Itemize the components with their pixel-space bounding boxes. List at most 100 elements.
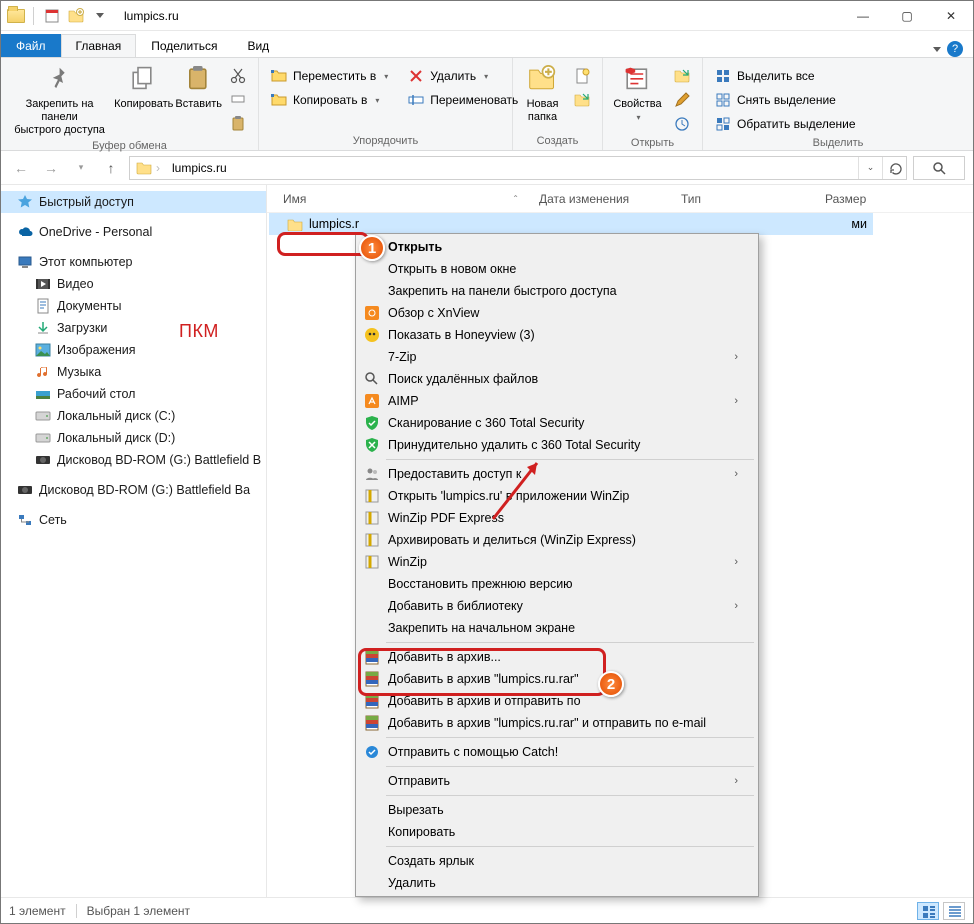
- status-selection: Выбран 1 элемент: [87, 904, 190, 918]
- address-dropdown[interactable]: ⌄: [858, 157, 882, 179]
- group-open-label: Открыть: [603, 135, 702, 152]
- nav-history[interactable]: ▾: [69, 156, 93, 180]
- qat-dropdown[interactable]: [90, 6, 110, 26]
- copypath-button[interactable]: [224, 89, 252, 111]
- ctx-shortcut[interactable]: Создать ярлык: [358, 850, 756, 872]
- ctx-copy[interactable]: Копировать: [358, 821, 756, 843]
- ctx-cut[interactable]: Вырезать: [358, 799, 756, 821]
- nav-pictures[interactable]: Изображения: [1, 339, 266, 361]
- refresh-button[interactable]: [882, 157, 906, 179]
- pin-quickaccess-button[interactable]: Закрепить на панели быстрого доступа: [7, 62, 112, 138]
- ctx-winzip[interactable]: WinZip›: [358, 551, 756, 573]
- annotation-arrow: [483, 449, 551, 527]
- search-input[interactable]: [913, 156, 965, 180]
- ctx-send[interactable]: Отправить›: [358, 770, 756, 792]
- ctx-add-send-named[interactable]: Добавить в архив "lumpics.ru.rar" и отпр…: [358, 712, 756, 734]
- nav-desktop[interactable]: Рабочий стол: [1, 383, 266, 405]
- ctx-add-archive-named[interactable]: Добавить в архив "lumpics.ru.rar": [358, 668, 756, 690]
- paste-label: Вставить: [175, 98, 222, 111]
- ctx-pin-start[interactable]: Закрепить на начальном экране: [358, 617, 756, 639]
- nav-network[interactable]: Сеть: [1, 509, 266, 531]
- copyto-button[interactable]: Копировать в▾: [265, 89, 394, 111]
- file-row-folder[interactable]: lumpics.r ми: [269, 213, 873, 235]
- nav-quickaccess[interactable]: Быстрый доступ: [1, 191, 266, 213]
- selectall-button[interactable]: Выделить все: [709, 65, 862, 87]
- ribbon-tabs: Файл Главная Поделиться Вид ?: [1, 31, 973, 57]
- ctx-scan360[interactable]: Сканирование с 360 Total Security: [358, 412, 756, 434]
- easyaccess-button[interactable]: [568, 89, 596, 111]
- tab-home[interactable]: Главная: [61, 34, 137, 57]
- ctx-open-winzip[interactable]: Открыть 'lumpics.ru' в приложении WinZip: [358, 485, 756, 507]
- view-large-button[interactable]: [943, 902, 965, 920]
- qat-props[interactable]: [42, 6, 62, 26]
- ctx-xnview[interactable]: Обзор с XnView: [358, 302, 756, 324]
- ctx-add-library[interactable]: Добавить в библиотеку›: [358, 595, 756, 617]
- tab-file[interactable]: Файл: [1, 34, 61, 57]
- properties-button[interactable]: Свойства ▾: [609, 62, 666, 123]
- annotation-pkm: ПКМ: [179, 321, 219, 342]
- nav-disk-d[interactable]: Локальный диск (D:): [1, 427, 266, 449]
- paste-shortcut-button[interactable]: [224, 113, 252, 135]
- tab-share[interactable]: Поделиться: [136, 34, 232, 57]
- ctx-force360[interactable]: Принудительно удалить с 360 Total Securi…: [358, 434, 756, 456]
- nav-bd-2[interactable]: Дисковод BD-ROM (G:) Battlefield Ba: [1, 479, 266, 501]
- open-button[interactable]: [668, 65, 696, 87]
- col-size[interactable]: Размер: [825, 192, 866, 206]
- help-button[interactable]: ?: [947, 41, 963, 57]
- selectnone-button[interactable]: Снять выделение: [709, 89, 862, 111]
- pin-label: Закрепить на панели быстрого доступа: [7, 98, 112, 138]
- ctx-add-send[interactable]: Добавить в архив и отправить по: [358, 690, 756, 712]
- ctx-open[interactable]: Открыть: [358, 236, 756, 258]
- nav-music[interactable]: Музыка: [1, 361, 266, 383]
- ctx-restore[interactable]: Восстановить прежнюю версию: [358, 573, 756, 595]
- nav-forward[interactable]: →: [39, 156, 63, 180]
- ctx-catch[interactable]: Отправить с помощью Catch!: [358, 741, 756, 763]
- address-input[interactable]: › lumpics.ru ⌄: [129, 156, 907, 180]
- address-bar: ← → ▾ ↑ › lumpics.ru ⌄: [1, 151, 973, 185]
- ctx-open-new[interactable]: Открыть в новом окне: [358, 258, 756, 280]
- nav-documents[interactable]: Документы: [1, 295, 266, 317]
- ctx-pin-qa[interactable]: Закрепить на панели быстрого доступа: [358, 280, 756, 302]
- nav-downloads[interactable]: Загрузки: [1, 317, 266, 339]
- edit-button[interactable]: [668, 89, 696, 111]
- ctx-delete[interactable]: Удалить: [358, 872, 756, 894]
- ctx-winzip-express[interactable]: Архивировать и делиться (WinZip Express): [358, 529, 756, 551]
- ribbon-collapse[interactable]: [933, 47, 941, 52]
- status-count: 1 элемент: [9, 904, 66, 918]
- tab-view[interactable]: Вид: [232, 34, 284, 57]
- nav-disk-c[interactable]: Локальный диск (C:): [1, 405, 266, 427]
- newitem-button[interactable]: [568, 65, 596, 87]
- file-name: lumpics.r: [309, 217, 359, 231]
- column-headers[interactable]: Имя⌃ Дата изменения Тип Размер: [267, 185, 973, 213]
- col-date[interactable]: Дата изменения: [539, 192, 629, 206]
- close-button[interactable]: ✕: [929, 1, 973, 31]
- minimize-button[interactable]: —: [841, 1, 885, 31]
- invert-button[interactable]: Обратить выделение: [709, 113, 862, 135]
- ctx-aimp[interactable]: AIMP›: [358, 390, 756, 412]
- ctx-winzip-pdf[interactable]: WinZip PDF Express: [358, 507, 756, 529]
- nav-videos[interactable]: Видео: [1, 273, 266, 295]
- ctx-find-deleted[interactable]: Поиск удалённых файлов: [358, 368, 756, 390]
- copy-button[interactable]: Копировать: [114, 62, 173, 111]
- nav-thispc[interactable]: Этот компьютер: [1, 251, 266, 273]
- maximize-button[interactable]: ▢: [885, 1, 929, 31]
- rename-button[interactable]: Переименовать: [402, 89, 524, 111]
- nav-back[interactable]: ←: [9, 156, 33, 180]
- nav-up[interactable]: ↑: [99, 156, 123, 180]
- col-name[interactable]: Имя: [283, 192, 306, 206]
- ctx-honeyview[interactable]: Показать в Honeyview (3): [358, 324, 756, 346]
- nav-onedrive[interactable]: OneDrive - Personal: [1, 221, 266, 243]
- view-details-button[interactable]: [917, 902, 939, 920]
- ctx-7zip[interactable]: 7-Zip›: [358, 346, 756, 368]
- history-button[interactable]: [668, 113, 696, 135]
- qat-newfolder[interactable]: [66, 6, 86, 26]
- cut-button[interactable]: [224, 65, 252, 87]
- ctx-grant-access[interactable]: Предоставить доступ к›: [358, 463, 756, 485]
- newfolder-button[interactable]: Новая папка: [519, 62, 566, 124]
- nav-bd-1[interactable]: Дисковод BD-ROM (G:) Battlefield B: [1, 449, 266, 471]
- ctx-add-archive[interactable]: Добавить в архив...: [358, 646, 756, 668]
- paste-button[interactable]: Вставить: [175, 62, 222, 111]
- moveto-button[interactable]: Переместить в▾: [265, 65, 394, 87]
- delete-button[interactable]: Удалить▾: [402, 65, 524, 87]
- col-type[interactable]: Тип: [681, 192, 701, 206]
